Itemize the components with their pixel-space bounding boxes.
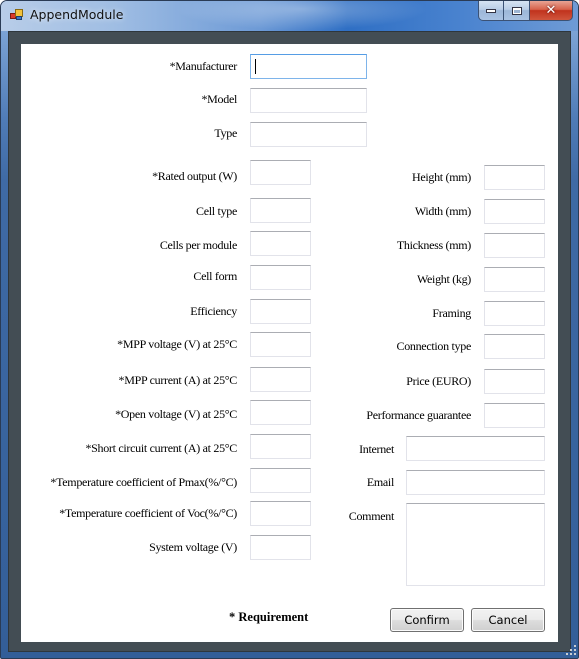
label-comment: Comment	[348, 509, 395, 523]
label-framing: Framing	[432, 306, 471, 320]
performance-guarantee-input[interactable]	[484, 403, 545, 428]
label-mpp-current: *MPP current (A) at 25°C	[118, 373, 238, 387]
label-open-voltage: *Open voltage (V) at 25°C	[115, 407, 237, 421]
label-temp-coeff-pmax: *Temperature coefficient of Pmax(%/°C)	[50, 475, 237, 489]
cell-form-input[interactable]	[250, 265, 311, 290]
cancel-button[interactable]: Cancel	[471, 608, 545, 632]
model-input[interactable]	[250, 88, 367, 113]
rated-output-input[interactable]	[250, 160, 311, 185]
cells-per-module-input[interactable]	[250, 231, 311, 256]
text-caret	[255, 59, 256, 74]
label-cell-type: Cell type	[196, 204, 237, 218]
label-efficiency: Efficiency	[190, 304, 237, 318]
label-thickness: Thickness (mm)	[396, 238, 471, 252]
label-internet: Internet	[359, 442, 394, 456]
label-width: Width (mm)	[414, 204, 471, 218]
cell-type-input[interactable]	[250, 198, 311, 223]
label-email: Email	[366, 475, 394, 489]
temp-coeff-voc-input[interactable]	[250, 501, 311, 526]
efficiency-input[interactable]	[250, 299, 311, 324]
confirm-button[interactable]: Confirm	[390, 608, 464, 632]
maximize-button[interactable]	[504, 1, 530, 21]
label-price: Price (EURO)	[406, 374, 471, 388]
manufacturer-input[interactable]	[250, 54, 367, 79]
mpp-voltage-input[interactable]	[250, 332, 311, 357]
open-voltage-input[interactable]	[250, 400, 311, 425]
weight-input[interactable]	[484, 267, 545, 292]
internet-input[interactable]	[406, 436, 545, 461]
label-short-circuit-current: *Short circuit current (A) at 25°C	[85, 441, 237, 455]
label-connection-type: Connection type	[396, 339, 472, 353]
requirement-note: * Requirement	[229, 610, 309, 624]
resize-grip[interactable]	[566, 645, 576, 655]
width-input[interactable]	[484, 199, 545, 224]
mpp-current-input[interactable]	[250, 367, 311, 392]
close-button[interactable]: ✕	[530, 1, 573, 21]
label-temp-coeff-voc: *Temperature coefficient of Voc(%/°C)	[59, 506, 237, 520]
label-performance-guarantee: Performance guarantee	[366, 408, 471, 422]
system-voltage-input[interactable]	[250, 535, 311, 560]
short-circuit-current-input[interactable]	[250, 434, 311, 459]
label-cells-per-module: Cells per module	[159, 238, 237, 252]
append-module-window: AppendModule ✕ *Manufacturer *Model Type…	[0, 0, 579, 659]
label-model: *Model	[201, 92, 237, 106]
comment-textarea[interactable]	[406, 503, 545, 586]
email-input[interactable]	[406, 470, 545, 495]
close-icon: ✕	[545, 3, 557, 18]
label-cell-form: Cell form	[193, 269, 237, 283]
label-type: Type	[214, 126, 237, 140]
label-system-voltage: System voltage (V)	[149, 540, 237, 554]
framing-input[interactable]	[484, 301, 545, 326]
minimize-button[interactable]	[478, 1, 504, 21]
title-bar[interactable]: AppendModule ✕	[1, 1, 578, 31]
app-icon[interactable]	[10, 9, 24, 21]
label-weight: Weight (kg)	[416, 272, 471, 286]
label-height: Height (mm)	[411, 170, 471, 184]
minimize-icon	[486, 8, 496, 13]
caption-buttons: ✕	[478, 1, 573, 22]
type-input[interactable]	[250, 122, 367, 147]
label-manufacturer: *Manufacturer	[169, 59, 238, 73]
temp-coeff-pmax-input[interactable]	[250, 468, 311, 493]
maximize-icon	[511, 6, 522, 15]
height-input[interactable]	[484, 165, 545, 190]
connection-type-input[interactable]	[484, 334, 545, 359]
thickness-input[interactable]	[484, 233, 545, 258]
label-mpp-voltage: *MPP voltage (V) at 25°C	[117, 337, 237, 351]
label-rated-output: *Rated output (W)	[152, 169, 237, 183]
window-title: AppendModule	[30, 7, 124, 22]
price-input[interactable]	[484, 369, 545, 394]
